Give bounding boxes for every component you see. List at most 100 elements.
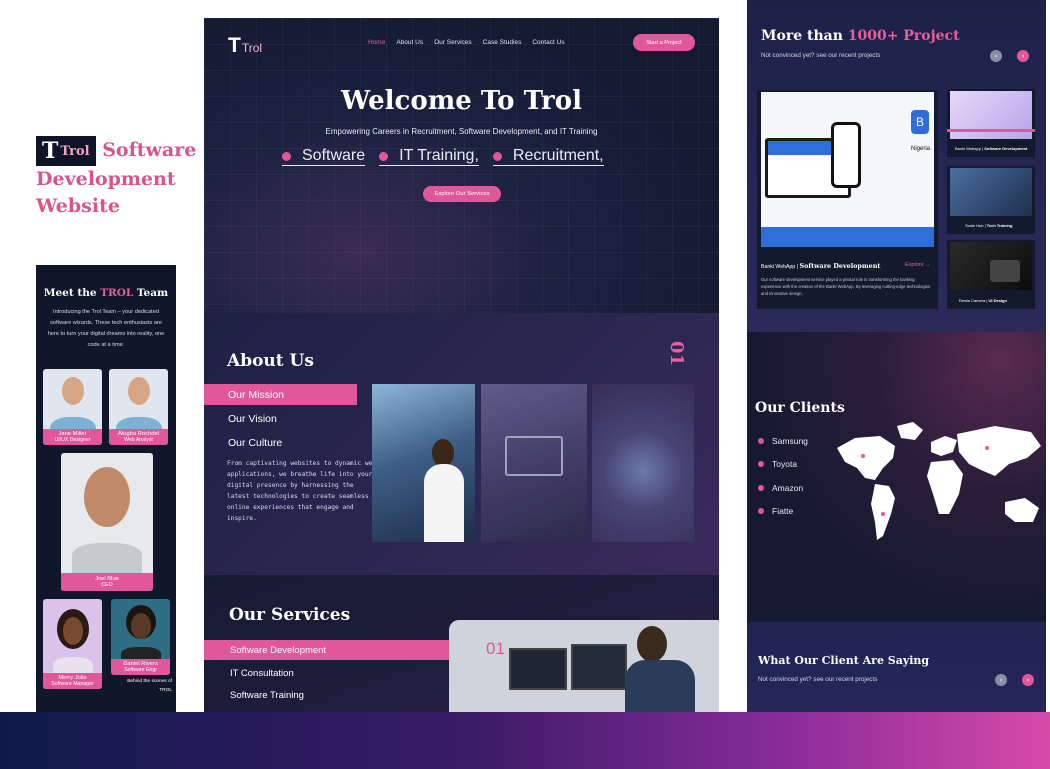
tab-software-training[interactable]: Software Training xyxy=(204,685,474,705)
map-north-america xyxy=(837,436,895,480)
nav-services[interactable]: Our Services xyxy=(434,39,472,46)
services-image xyxy=(449,620,719,712)
side-project-card[interactable]: Rewls Camera | UI Design xyxy=(947,240,1035,309)
featured-project-card[interactable]: B Nigeria Banki WebApp | Software Develo… xyxy=(757,90,938,309)
about-tabs: Our Mission Our Vision Our Culture xyxy=(204,384,374,456)
map-marker xyxy=(985,446,989,450)
world-map xyxy=(837,422,1041,540)
browser-icon xyxy=(505,436,563,476)
top-nav: TTrol Home About Us Our Services Case St… xyxy=(228,34,695,58)
member-caption: Alogba Rochdel Web Analyst xyxy=(109,429,168,445)
hero-subtitle: Empowering Careers in Recruitment, Softw… xyxy=(325,127,598,136)
about-image-mission xyxy=(372,384,475,542)
tab-our-mission[interactable]: Our Mission xyxy=(204,384,357,405)
map-africa xyxy=(927,460,963,514)
tab-our-vision[interactable]: Our Vision xyxy=(204,408,374,429)
map-asia xyxy=(957,426,1041,476)
clients-title: Our Clients xyxy=(755,400,845,416)
phone-mockup xyxy=(831,122,861,188)
map-marker xyxy=(861,454,865,458)
about-number: 01 xyxy=(666,340,688,367)
map-europe xyxy=(931,436,957,456)
bullet-icon xyxy=(758,484,764,491)
team-behind-scenes: Behind the scenes of TROL xyxy=(127,679,172,693)
brand-icon: B xyxy=(911,110,929,134)
side-project-image xyxy=(950,242,1032,290)
featured-project-image: B Nigeria xyxy=(761,92,934,247)
member-face xyxy=(61,377,84,405)
showcase-title: T Trol Software Development Website xyxy=(36,136,201,220)
member-face xyxy=(84,467,130,527)
map-greenland xyxy=(897,422,923,440)
nav-home[interactable]: Home xyxy=(368,39,385,46)
hero-ticker: Software IT Training, Recruitment, xyxy=(282,147,604,166)
clients-list: Samsung Toyota Amazon Fiatte xyxy=(758,429,808,523)
accent-bar xyxy=(947,129,1035,132)
about-section: About Us 01 Our Mission Our Vision Our C… xyxy=(204,313,719,575)
about-body: From captivating websites to dynamic web… xyxy=(227,460,377,522)
explore-link[interactable]: Explore → xyxy=(905,262,931,268)
services-section: Our Services Software Development IT Con… xyxy=(204,575,719,712)
tab-it-consultation[interactable]: IT Consultation xyxy=(204,663,474,683)
bullet-icon xyxy=(758,508,764,515)
ticker-item: Recruitment, xyxy=(492,147,604,166)
next-arrow-icon[interactable]: › xyxy=(1022,674,1034,686)
testimonials-title: What Our Client Are Saying xyxy=(758,654,930,667)
side-project-card[interactable]: Banki Webapp | Software Development xyxy=(947,89,1035,157)
showcase-logo: T Trol xyxy=(36,136,96,166)
team-card-merry[interactable]: Merry Jolie Software Manager xyxy=(43,599,102,689)
person-head xyxy=(432,439,454,467)
client-item: Fiatte xyxy=(758,500,808,524)
mockup-label: Nigeria xyxy=(911,146,931,152)
nav-about[interactable]: About Us xyxy=(396,39,423,46)
tab-software-development[interactable]: Software Development xyxy=(204,640,474,660)
team-panel: Meet the TROL Team Introducing the Trol … xyxy=(36,265,176,712)
about-image-culture xyxy=(592,384,694,542)
member-face xyxy=(62,617,83,645)
bottom-gradient-band xyxy=(0,712,1050,769)
map-marker xyxy=(881,512,885,516)
main-landing-page: TTrol Home About Us Our Services Case St… xyxy=(204,18,719,712)
prev-arrow-icon[interactable]: ‹ xyxy=(995,674,1007,686)
featured-project-body: Our software development service played … xyxy=(761,277,931,296)
explore-services-button[interactable]: Explore Our Services xyxy=(423,186,501,202)
member-caption: Merry Jolie Software Manager xyxy=(43,673,102,689)
bullet-icon xyxy=(282,151,291,161)
monitor-screen xyxy=(509,648,567,690)
services-number: 01 xyxy=(486,639,505,658)
bullet-icon xyxy=(758,461,764,468)
ticker-item: IT Training, xyxy=(379,147,479,166)
about-image-vision xyxy=(481,384,587,542)
person-body xyxy=(424,464,464,542)
next-arrow-icon[interactable]: › xyxy=(1017,50,1029,62)
team-intro: Introducing the Trol Team – your dedicat… xyxy=(47,309,165,348)
nav-contact[interactable]: Contact Us xyxy=(532,39,564,46)
about-title: About Us xyxy=(227,351,314,371)
map-australia xyxy=(1005,498,1039,522)
member-face xyxy=(127,377,150,405)
prev-arrow-icon[interactable]: ‹ xyxy=(990,50,1002,62)
mockup-base xyxy=(761,227,934,247)
team-heading: Meet the TROL Team xyxy=(43,287,169,299)
client-item: Amazon xyxy=(758,476,808,500)
side-project-meta: Scale Hub | Tech Training xyxy=(965,223,1013,228)
testimonials-subtitle: Not convinced yet? see our recent projec… xyxy=(758,676,878,683)
camera-icon xyxy=(990,260,1020,282)
monitor-screen xyxy=(571,644,627,690)
team-card-alogba[interactable]: Alogba Rochdel Web Analyst xyxy=(109,369,168,445)
nav-case-studies[interactable]: Case Studies xyxy=(483,39,522,46)
site-logo[interactable]: TTrol xyxy=(228,34,262,58)
team-card-daniel[interactable]: Daniel Rivers Software Engr xyxy=(111,599,170,675)
member-face xyxy=(130,613,151,639)
side-project-card[interactable]: Scale Hub | Tech Training xyxy=(947,166,1035,234)
member-caption: Daniel Rivers Software Engr xyxy=(111,659,170,675)
team-card-jane[interactable]: Jane Miller UI/UX Designer xyxy=(43,369,102,445)
developer-body xyxy=(625,660,695,712)
ticker-item: Software xyxy=(282,147,366,166)
tab-our-culture[interactable]: Our Culture xyxy=(204,432,374,453)
member-photo xyxy=(72,543,142,573)
services-title: Our Services xyxy=(229,605,351,625)
start-project-button[interactable]: Start a Project xyxy=(633,34,695,51)
team-card-joel[interactable]: Joel Blue CEO xyxy=(61,453,153,591)
projects-title: More than 1000+ Project xyxy=(761,28,960,44)
